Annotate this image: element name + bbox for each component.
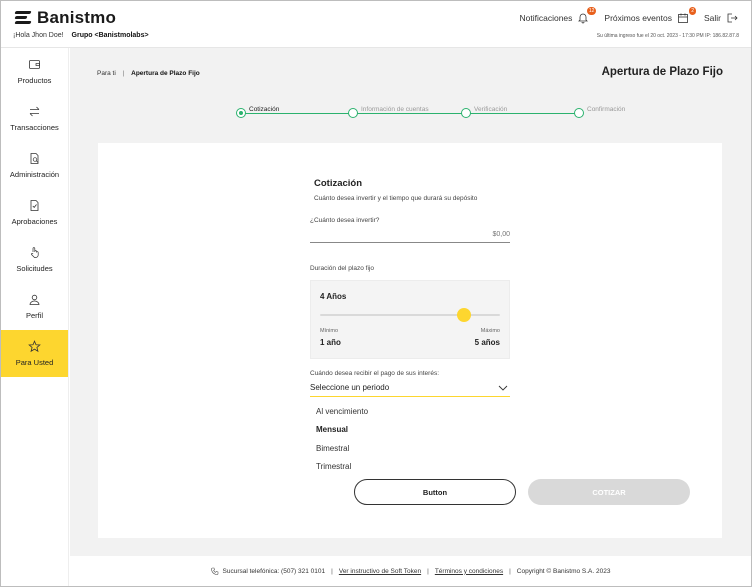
footer-separator: | <box>509 567 511 575</box>
logout-button[interactable]: Salir <box>704 12 739 24</box>
step-marker-verificacion <box>461 108 471 118</box>
step-label-confirmacion: Confirmación <box>587 106 626 113</box>
interest-period-options: Al vencimiento Mensual Bimestral Trimest… <box>316 403 368 476</box>
events-button[interactable]: Próximos eventos 2 <box>604 7 696 24</box>
brand-logo[interactable]: Banistmo <box>14 8 117 28</box>
duration-slider-track[interactable] <box>320 314 500 316</box>
duration-slider-thumb[interactable] <box>457 308 471 322</box>
amount-label: ¿Cuánto desea invertir? <box>310 217 380 224</box>
duration-max-value: 5 años <box>474 338 500 347</box>
option-trimestral[interactable]: Trimestral <box>316 458 368 476</box>
breadcrumb: Para ti | Apertura de Plazo Fijo <box>97 70 200 77</box>
breadcrumb-separator: | <box>122 70 125 77</box>
footer-phone: Sucursal telefónica: (507) 321 0101 <box>222 567 326 575</box>
footer: Sucursal telefónica: (507) 321 0101 | Ve… <box>70 556 751 586</box>
user-greeting: ¡Hola Jhon Doe! Grupo <Banistmolabs> <box>13 32 149 39</box>
bell-icon: 12 <box>577 7 597 24</box>
soft-token-link[interactable]: Ver instructivo de Soft Token <box>339 568 421 575</box>
arrows-icon <box>29 106 40 117</box>
wallet-icon <box>29 60 40 69</box>
sidebar-item-para-usted[interactable]: Para Usted <box>1 330 68 377</box>
top-header: Banistmo ¡Hola Jhon Doe! Grupo <Banistmo… <box>1 1 751 48</box>
main-content: Para ti | Apertura de Plazo Fijo Apertur… <box>70 48 751 556</box>
chevron-down-icon <box>498 385 508 391</box>
user-icon <box>29 294 40 305</box>
duration-max-label: Máximo <box>480 328 500 334</box>
progress-stepper: Cotización Información de cuentas Verifi… <box>236 106 625 120</box>
step-label-informacion: Información de cuentas <box>361 106 429 113</box>
duration-min-value: 1 año <box>320 338 341 347</box>
hand-pointer-icon <box>31 247 39 258</box>
group-name: Grupo <Banistmolabs> <box>71 32 149 39</box>
page-title: Apertura de Plazo Fijo <box>601 66 723 78</box>
sidebar-item-productos[interactable]: Productos <box>1 48 68 95</box>
sidebar-item-label: Solicitudes <box>16 264 53 273</box>
amount-input[interactable] <box>310 226 510 243</box>
footer-copyright: Copyright © Banistmo S.A. 2023 <box>516 567 611 575</box>
events-badge: 2 <box>689 7 696 15</box>
duration-label: Duración del plazo fijo <box>310 265 374 272</box>
phone-icon <box>210 567 218 575</box>
sidebar: Productos Transacciones Administración A… <box>1 48 69 586</box>
calendar-icon: 2 <box>677 7 696 24</box>
option-mensual[interactable]: Mensual <box>316 421 368 439</box>
notifications-label: Notificaciones <box>519 13 573 23</box>
logout-icon <box>726 12 739 24</box>
notifications-badge: 12 <box>586 7 597 15</box>
terms-link[interactable]: Términos y condiciones <box>435 568 503 575</box>
star-icon <box>28 340 41 353</box>
duration-min-label: Mínimo <box>320 328 339 334</box>
sidebar-item-aprobaciones[interactable]: Aprobaciones <box>1 189 68 236</box>
form-title: Cotización <box>314 178 363 189</box>
sidebar-item-label: Transacciones <box>10 123 59 132</box>
breadcrumb-current: Apertura de Plazo Fijo <box>131 70 200 77</box>
sidebar-item-perfil[interactable]: Perfil <box>1 283 68 330</box>
brand-name: Banistmo <box>37 8 117 27</box>
step-marker-confirmacion <box>574 108 584 118</box>
sidebar-item-label: Perfil <box>25 311 44 320</box>
sidebar-item-label: Para Usted <box>15 358 54 367</box>
footer-separator: | <box>331 567 333 575</box>
banistmo-logo-icon <box>14 11 32 25</box>
last-login-info: Su última ingreso fue el 20 oct. 2023 - … <box>596 33 739 39</box>
option-al-vencimiento[interactable]: Al vencimiento <box>316 403 368 421</box>
step-label-verificacion: Verificación <box>474 106 508 113</box>
select-placeholder: Seleccione un periodo <box>310 383 390 392</box>
sidebar-item-label: Aprobaciones <box>11 217 58 226</box>
sidebar-item-administracion[interactable]: Administración <box>1 142 68 189</box>
events-label: Próximos eventos <box>604 13 672 23</box>
sidebar-item-solicitudes[interactable]: Solicitudes <box>1 236 68 283</box>
sidebar-item-label: Productos <box>17 76 52 85</box>
duration-slider-panel: 4 Años Mínimo Máximo 1 año 5 años <box>310 280 510 359</box>
step-marker-informacion <box>348 108 358 118</box>
step-label-cotizacion: Cotización <box>249 106 280 113</box>
document-check-icon <box>30 200 39 211</box>
quote-card: Cotización Cuánto desea invertir y el ti… <box>98 143 722 538</box>
step-marker-cotizacion <box>236 108 246 118</box>
header-actions: Notificaciones 12 Próximos eventos 2 Sal… <box>506 7 740 24</box>
breadcrumb-root[interactable]: Para ti <box>97 70 116 77</box>
cotizar-button[interactable]: COTIZAR <box>528 479 690 505</box>
sidebar-item-transacciones[interactable]: Transacciones <box>1 95 68 142</box>
interest-period-label: Cuándo desea recibir el pago de sus inte… <box>310 370 439 377</box>
secondary-button[interactable]: Button <box>354 479 516 505</box>
option-bimestral[interactable]: Bimestral <box>316 440 368 458</box>
stepper-line <box>241 113 575 114</box>
greeting-text: ¡Hola Jhon Doe! <box>13 32 64 39</box>
duration-value: 4 Años <box>320 292 347 301</box>
interest-period-select[interactable]: Seleccione un periodo <box>310 379 510 397</box>
footer-separator: | <box>427 567 429 575</box>
sidebar-item-label: Administración <box>9 170 60 179</box>
notifications-button[interactable]: Notificaciones 12 <box>519 7 597 24</box>
document-search-icon <box>30 153 39 164</box>
form-subtitle: Cuánto desea invertir y el tiempo que du… <box>314 195 478 202</box>
logout-label: Salir <box>703 13 721 23</box>
